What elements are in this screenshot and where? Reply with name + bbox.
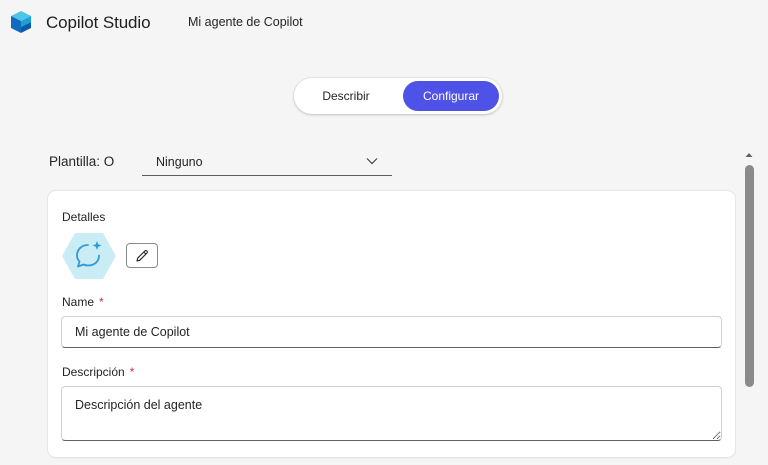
description-label: Descripción * [62,365,134,379]
chevron-down-icon [366,155,378,167]
template-label: Plantilla: O [49,154,115,169]
description-label-text: Descripción [62,365,125,379]
mode-toggle: Describir Configurar [294,78,502,114]
name-label-text: Name [62,295,95,309]
edit-icon-button[interactable] [126,243,158,268]
agent-avatar [61,231,117,281]
template-dropdown[interactable]: Ninguno [142,148,392,176]
description-textarea[interactable]: Descripción del agente [61,386,722,441]
required-marker: * [129,365,135,379]
template-selected-value: Ninguno [156,154,203,169]
details-title: Detalles [62,210,106,224]
name-input[interactable] [61,316,722,348]
app-title: Copilot Studio [46,13,151,32]
details-card: Detalles Name * Descripción * Descripción … [48,191,735,457]
required-marker: * [99,295,104,309]
tab-configurar[interactable]: Configurar [403,81,499,111]
pencil-icon [136,249,148,262]
top-bar: Copilot Studio Mi agente de Copilot [0,0,768,46]
name-label: Name * [62,295,104,309]
tab-describir[interactable]: Describir [298,81,394,111]
agent-title: Mi agente de Copilot [188,15,303,29]
scrollbar-thumb[interactable] [745,165,754,387]
copilot-studio-logo-icon [8,10,34,34]
scroll-up-arrow-icon[interactable] [743,148,755,160]
